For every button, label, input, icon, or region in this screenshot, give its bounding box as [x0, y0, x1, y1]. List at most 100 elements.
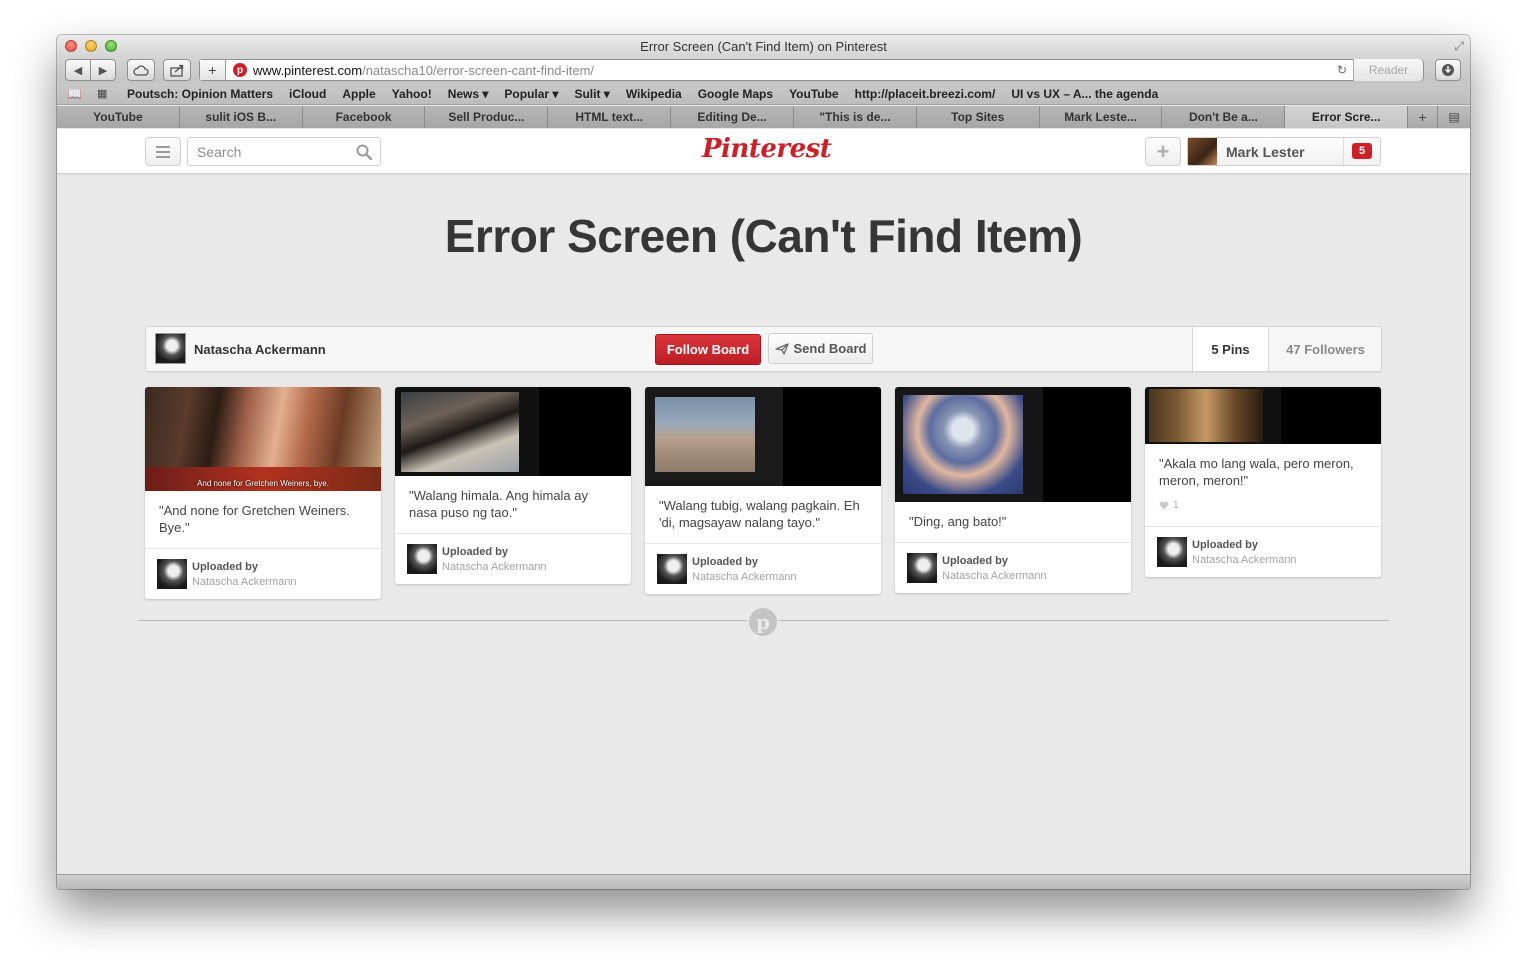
- likes-count: 1: [1173, 500, 1179, 511]
- add-pin-button[interactable]: +: [1145, 137, 1181, 166]
- uploader-avatar[interactable]: [907, 553, 937, 583]
- icloud-tabs-button[interactable]: [127, 59, 155, 81]
- pin-card[interactable]: "Walang tubig, walang pagkain. Eh 'di, m…: [645, 387, 881, 594]
- search-box: [187, 137, 381, 166]
- bookmark-item[interactable]: Wikipedia: [626, 87, 682, 101]
- bookmark-item[interactable]: News ▾: [448, 87, 489, 101]
- pin-credit[interactable]: Uploaded by Natascha Ackermann: [895, 543, 1131, 593]
- uploader-name[interactable]: Natascha Ackermann: [1192, 554, 1297, 566]
- pinterest-footer-logo-icon: p: [747, 606, 779, 638]
- pin-description: "And none for Gretchen Weiners. Bye.": [145, 491, 381, 549]
- address-bar[interactable]: + p www.pinterest.com/natascha10/error-s…: [199, 59, 1424, 81]
- uploader-name[interactable]: Natascha Ackermann: [442, 561, 547, 573]
- new-tab-button[interactable]: +: [1408, 106, 1439, 128]
- window-title: Error Screen (Can't Find Item) on Pinter…: [640, 39, 887, 54]
- uploaded-by-label: Uploaded by: [1192, 539, 1259, 551]
- bookmark-item[interactable]: Poutsch: Opinion Matters: [127, 87, 273, 101]
- pin-image[interactable]: [645, 387, 881, 486]
- share-button[interactable]: [163, 59, 191, 81]
- search-input[interactable]: [197, 143, 347, 160]
- pin-credit[interactable]: Uploaded by Natascha Ackermann: [1145, 527, 1381, 577]
- plus-icon: +: [1156, 138, 1170, 164]
- browser-tab[interactable]: sulit iOS B...: [179, 106, 303, 128]
- pin-image[interactable]: [895, 387, 1131, 502]
- pin-image[interactable]: And none for Gretchen Weiners, bye.: [145, 387, 381, 491]
- board-title: Error Screen (Can't Find Item): [444, 210, 1083, 262]
- reader-button[interactable]: Reader: [1353, 59, 1423, 81]
- bookmark-item[interactable]: Apple: [342, 87, 375, 101]
- browser-tab[interactable]: Mark Leste...: [1039, 106, 1163, 128]
- followers-count-tab[interactable]: 47 Followers: [1268, 327, 1382, 371]
- bookmark-item[interactable]: http://placeit.breezi.com/: [855, 87, 996, 101]
- pinterest-logo[interactable]: Pinterest: [702, 134, 832, 164]
- browser-tab[interactable]: Error Scre...: [1285, 106, 1409, 128]
- url-text[interactable]: www.pinterest.com/natascha10/error-scree…: [253, 63, 594, 78]
- pin-description: "Akala mo lang wala, pero meron, meron, …: [1145, 444, 1381, 527]
- add-bookmark-button[interactable]: +: [200, 60, 226, 80]
- owner-avatar[interactable]: [155, 333, 186, 364]
- paper-plane-icon: [774, 342, 789, 355]
- uploader-name[interactable]: Natascha Ackermann: [192, 576, 297, 588]
- uploader-avatar[interactable]: [657, 554, 687, 584]
- uploader-avatar[interactable]: [1157, 537, 1187, 567]
- reload-icon[interactable]: ↻: [1337, 63, 1347, 77]
- browser-tab[interactable]: Editing De...: [671, 106, 794, 128]
- fullscreen-icon[interactable]: ⤢: [1454, 39, 1464, 54]
- user-menu-button[interactable]: Mark Lester 5: [1187, 137, 1381, 166]
- browser-tab[interactable]: Sell Produc...: [425, 106, 549, 128]
- bookmark-item[interactable]: Popular ▾: [504, 87, 558, 101]
- browser-tab[interactable]: HTML text...: [548, 106, 672, 128]
- pin-credit[interactable]: Uploaded by Natascha Ackermann: [645, 544, 881, 594]
- owner-name[interactable]: Natascha Ackermann: [194, 342, 326, 357]
- back-button[interactable]: ◀: [65, 59, 91, 81]
- pinterest-favicon-icon: p: [233, 63, 247, 77]
- downloads-button[interactable]: [1435, 59, 1461, 81]
- uploaded-by-label: Uploaded by: [442, 546, 509, 558]
- top-sites-grid-icon[interactable]: ▦: [97, 87, 111, 100]
- share-icon: [169, 64, 183, 77]
- browser-tab[interactable]: Facebook: [302, 106, 426, 128]
- uploader-avatar[interactable]: [157, 559, 187, 589]
- bookmark-item[interactable]: Sulit ▾: [574, 87, 609, 101]
- pin-image[interactable]: [1145, 387, 1381, 444]
- browser-tab[interactable]: YouTube: [57, 106, 180, 128]
- browser-tab[interactable]: Don't Be a...: [1162, 106, 1286, 128]
- pin-card[interactable]: And none for Gretchen Weiners, bye. "And…: [145, 387, 381, 599]
- forward-arrow-icon: ▶: [98, 64, 108, 77]
- user-name: Mark Lester: [1226, 143, 1305, 160]
- uploader-avatar[interactable]: [407, 544, 437, 574]
- bookmark-item[interactable]: iCloud: [289, 87, 326, 101]
- pin-image-caption: And none for Gretchen Weiners, bye.: [197, 479, 329, 488]
- pin-likes[interactable]: 1: [1159, 497, 1367, 514]
- url-path: /natascha10/error-screen-cant-find-item/: [362, 62, 595, 78]
- pinterest-page: Pinterest + Mark Lester 5 Error Screen (…: [57, 129, 1470, 874]
- forward-button[interactable]: ▶: [90, 59, 116, 81]
- pin-card[interactable]: "Ding, ang bato!" Uploaded by Natascha A…: [895, 387, 1131, 593]
- browser-tab[interactable]: Top Sites: [916, 106, 1040, 128]
- notification-badge[interactable]: 5: [1352, 143, 1372, 159]
- bookmark-item[interactable]: Google Maps: [698, 87, 773, 101]
- uploader-name[interactable]: Natascha Ackermann: [692, 571, 797, 583]
- bookmark-item[interactable]: YouTube: [789, 87, 839, 101]
- board-info-bar: Natascha Ackermann Follow Board Send Boa…: [145, 326, 1382, 372]
- follow-board-button[interactable]: Follow Board: [655, 334, 761, 365]
- uploader-name[interactable]: Natascha Ackermann: [942, 570, 1047, 582]
- send-board-button[interactable]: Send Board: [768, 333, 873, 364]
- uploaded-by-label: Uploaded by: [692, 556, 759, 568]
- browser-tab[interactable]: "This is de...: [793, 106, 917, 128]
- pins-count-tab[interactable]: 5 Pins: [1192, 327, 1268, 371]
- pin-credit[interactable]: Uploaded by Natascha Ackermann: [145, 549, 381, 599]
- pin-grid: And none for Gretchen Weiners, bye. "And…: [145, 387, 1385, 607]
- pin-card[interactable]: "Walang himala. Ang himala ay nasa puso …: [395, 387, 631, 584]
- pin-credit[interactable]: Uploaded by Natascha Ackermann: [395, 534, 631, 584]
- bookmark-item[interactable]: UI vs UX – A... the agenda: [1011, 87, 1158, 101]
- bookmarks-bar: 📖 ▦ Poutsch: Opinion Matters iCloud Apple Y…: [57, 83, 1470, 105]
- reading-list-icon[interactable]: 📖: [67, 87, 85, 101]
- user-avatar: [1188, 138, 1217, 165]
- bookmark-item[interactable]: Yahoo!: [392, 87, 432, 101]
- tab-overview-icon[interactable]: ▤: [1438, 106, 1470, 128]
- pin-image[interactable]: [395, 387, 631, 476]
- pin-card[interactable]: "Akala mo lang wala, pero meron, meron, …: [1145, 387, 1381, 577]
- search-icon[interactable]: [356, 144, 372, 160]
- menu-button[interactable]: [145, 137, 181, 166]
